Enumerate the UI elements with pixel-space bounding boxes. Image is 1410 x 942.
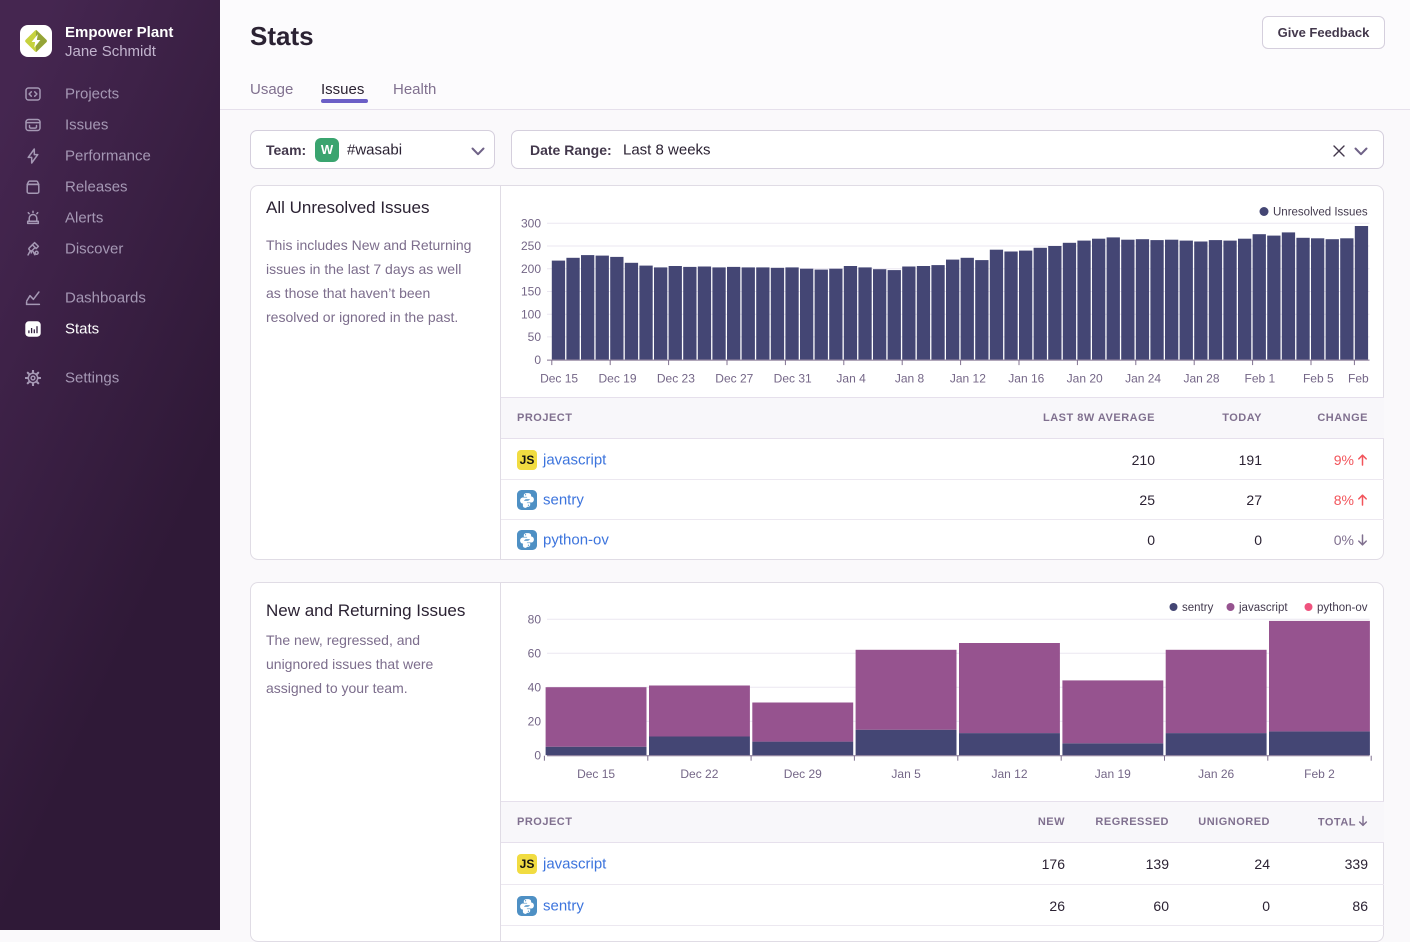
svg-text:Feb 2: Feb 2	[1304, 767, 1335, 781]
svg-text:Feb 1: Feb 1	[1245, 372, 1276, 386]
svg-text:Jan 12: Jan 12	[991, 767, 1027, 781]
svg-text:20: 20	[528, 714, 542, 728]
svg-text:100: 100	[521, 307, 541, 321]
svg-text:0: 0	[534, 353, 541, 367]
svg-text:Unresolved Issues: Unresolved Issues	[1273, 207, 1368, 219]
svg-text:300: 300	[521, 217, 541, 231]
svg-text:Jan 8: Jan 8	[895, 372, 925, 386]
svg-text:150: 150	[521, 285, 541, 299]
svg-text:Jan 20: Jan 20	[1067, 372, 1103, 386]
svg-text:sentry: sentry	[1182, 602, 1214, 614]
svg-text:Jan 16: Jan 16	[1008, 372, 1044, 386]
svg-text:Dec 19: Dec 19	[598, 372, 636, 386]
svg-text:0: 0	[534, 748, 541, 762]
svg-text:Jan 5: Jan 5	[891, 767, 921, 781]
svg-text:Dec 15: Dec 15	[577, 767, 615, 781]
svg-text:python-ov: python-ov	[1317, 602, 1368, 614]
svg-text:Dec 23: Dec 23	[657, 372, 695, 386]
svg-text:60: 60	[528, 646, 542, 660]
svg-text:Jan 28: Jan 28	[1183, 372, 1219, 386]
svg-text:Feb 5: Feb 5	[1303, 372, 1334, 386]
svg-text:javascript: javascript	[1238, 602, 1288, 614]
svg-text:80: 80	[528, 612, 542, 626]
svg-text:Jan 24: Jan 24	[1125, 372, 1161, 386]
svg-text:Jan 12: Jan 12	[950, 372, 986, 386]
svg-text:Jan 19: Jan 19	[1095, 767, 1131, 781]
svg-text:Dec 29: Dec 29	[784, 767, 822, 781]
svg-text:50: 50	[528, 330, 542, 344]
svg-text:Feb: Feb	[1348, 372, 1369, 386]
svg-text:Jan 4: Jan 4	[836, 372, 866, 386]
svg-text:Dec 22: Dec 22	[680, 767, 718, 781]
svg-text:Dec 15: Dec 15	[540, 372, 578, 386]
svg-text:40: 40	[528, 680, 542, 694]
svg-text:200: 200	[521, 262, 541, 276]
svg-text:250: 250	[521, 239, 541, 253]
svg-text:Dec 27: Dec 27	[715, 372, 753, 386]
svg-text:Jan 26: Jan 26	[1198, 767, 1234, 781]
svg-text:Dec 31: Dec 31	[774, 372, 812, 386]
